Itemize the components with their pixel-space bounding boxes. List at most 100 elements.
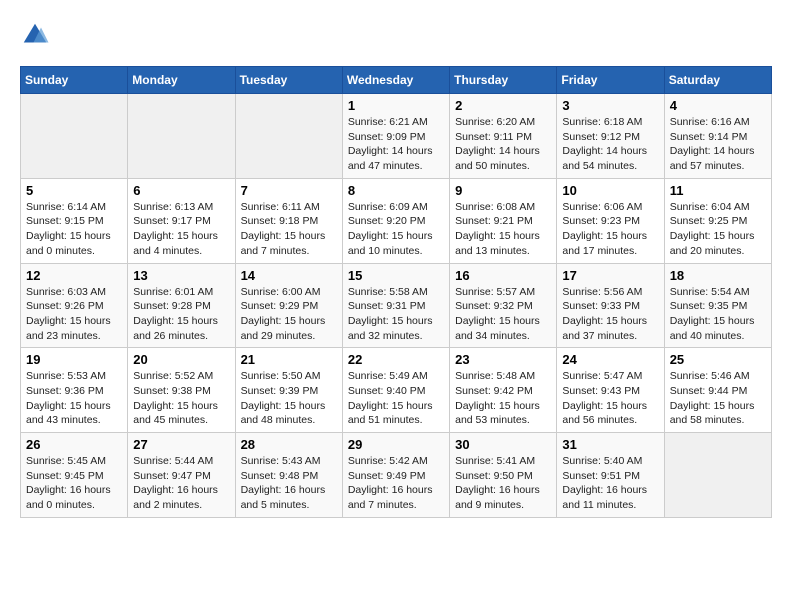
calendar-cell: 22 Sunrise: 5:49 AM Sunset: 9:40 PM Dayli… xyxy=(342,348,449,433)
weekday-header-thursday: Thursday xyxy=(450,67,557,94)
day-info: Sunrise: 5:50 AM Sunset: 9:39 PM Dayligh… xyxy=(241,369,337,428)
calendar-cell: 9 Sunrise: 6:08 AM Sunset: 9:21 PM Daylig… xyxy=(450,178,557,263)
calendar-cell: 14 Sunrise: 6:00 AM Sunset: 9:29 PM Dayli… xyxy=(235,263,342,348)
calendar-cell: 2 Sunrise: 6:20 AM Sunset: 9:11 PM Daylig… xyxy=(450,94,557,179)
calendar-cell xyxy=(235,94,342,179)
day-number: 14 xyxy=(241,268,337,283)
day-number: 12 xyxy=(26,268,122,283)
day-number: 1 xyxy=(348,98,444,113)
calendar-cell: 11 Sunrise: 6:04 AM Sunset: 9:25 PM Dayli… xyxy=(664,178,771,263)
calendar-cell: 7 Sunrise: 6:11 AM Sunset: 9:18 PM Daylig… xyxy=(235,178,342,263)
day-info: Sunrise: 5:42 AM Sunset: 9:49 PM Dayligh… xyxy=(348,454,444,513)
calendar-cell: 1 Sunrise: 6:21 AM Sunset: 9:09 PM Daylig… xyxy=(342,94,449,179)
calendar-cell: 19 Sunrise: 5:53 AM Sunset: 9:36 PM Dayli… xyxy=(21,348,128,433)
day-info: Sunrise: 6:14 AM Sunset: 9:15 PM Dayligh… xyxy=(26,200,122,259)
weekday-header-tuesday: Tuesday xyxy=(235,67,342,94)
calendar-cell: 13 Sunrise: 6:01 AM Sunset: 9:28 PM Dayli… xyxy=(128,263,235,348)
calendar-cell: 21 Sunrise: 5:50 AM Sunset: 9:39 PM Dayli… xyxy=(235,348,342,433)
day-info: Sunrise: 6:04 AM Sunset: 9:25 PM Dayligh… xyxy=(670,200,766,259)
day-info: Sunrise: 5:46 AM Sunset: 9:44 PM Dayligh… xyxy=(670,369,766,428)
day-info: Sunrise: 6:11 AM Sunset: 9:18 PM Dayligh… xyxy=(241,200,337,259)
day-number: 18 xyxy=(670,268,766,283)
day-info: Sunrise: 5:49 AM Sunset: 9:40 PM Dayligh… xyxy=(348,369,444,428)
day-number: 31 xyxy=(562,437,658,452)
calendar-cell: 23 Sunrise: 5:48 AM Sunset: 9:42 PM Dayli… xyxy=(450,348,557,433)
calendar-cell: 10 Sunrise: 6:06 AM Sunset: 9:23 PM Dayli… xyxy=(557,178,664,263)
day-number: 19 xyxy=(26,352,122,367)
day-info: Sunrise: 6:21 AM Sunset: 9:09 PM Dayligh… xyxy=(348,115,444,174)
day-info: Sunrise: 6:16 AM Sunset: 9:14 PM Dayligh… xyxy=(670,115,766,174)
calendar-cell: 12Sunrise: 6:03 AM Sunset: 9:26 PM Dayli… xyxy=(21,263,128,348)
calendar-cell: 30 Sunrise: 5:41 AM Sunset: 9:50 PM Dayli… xyxy=(450,433,557,518)
day-info: Sunrise: 6:20 AM Sunset: 9:11 PM Dayligh… xyxy=(455,115,551,174)
day-number: 21 xyxy=(241,352,337,367)
day-number: 17 xyxy=(562,268,658,283)
day-number: 29 xyxy=(348,437,444,452)
day-number: 9 xyxy=(455,183,551,198)
calendar-cell: 29 Sunrise: 5:42 AM Sunset: 9:49 PM Dayli… xyxy=(342,433,449,518)
day-number: 26 xyxy=(26,437,122,452)
day-number: 22 xyxy=(348,352,444,367)
calendar-cell: 20Sunrise: 5:52 AM Sunset: 9:38 PM Dayli… xyxy=(128,348,235,433)
day-number: 4 xyxy=(670,98,766,113)
calendar-cell xyxy=(664,433,771,518)
weekday-header-monday: Monday xyxy=(128,67,235,94)
day-number: 2 xyxy=(455,98,551,113)
calendar-cell: 8Sunrise: 6:09 AM Sunset: 9:20 PM Daylig… xyxy=(342,178,449,263)
calendar-week-5: 26 Sunrise: 5:45 AM Sunset: 9:45 PM Dayli… xyxy=(21,433,772,518)
day-info: Sunrise: 5:54 AM Sunset: 9:35 PM Dayligh… xyxy=(670,285,766,344)
calendar-cell: 18 Sunrise: 5:54 AM Sunset: 9:35 PM Dayli… xyxy=(664,263,771,348)
calendar-cell: 25 Sunrise: 5:46 AM Sunset: 9:44 PM Dayli… xyxy=(664,348,771,433)
day-number: 15 xyxy=(348,268,444,283)
day-number: 10 xyxy=(562,183,658,198)
day-info: Sunrise: 5:56 AM Sunset: 9:33 PM Dayligh… xyxy=(562,285,658,344)
day-info: Sunrise: 5:40 AM Sunset: 9:51 PM Dayligh… xyxy=(562,454,658,513)
calendar-cell: 5 Sunrise: 6:14 AM Sunset: 9:15 PM Daylig… xyxy=(21,178,128,263)
day-number: 24 xyxy=(562,352,658,367)
day-info: Sunrise: 5:41 AM Sunset: 9:50 PM Dayligh… xyxy=(455,454,551,513)
day-info: Sunrise: 5:47 AM Sunset: 9:43 PM Dayligh… xyxy=(562,369,658,428)
calendar-table: SundayMondayTuesdayWednesdayThursdayFrid… xyxy=(20,66,772,518)
calendar-cell: 4 Sunrise: 6:16 AM Sunset: 9:14 PM Daylig… xyxy=(664,94,771,179)
page-header xyxy=(20,20,772,50)
day-number: 25 xyxy=(670,352,766,367)
day-number: 11 xyxy=(670,183,766,198)
day-info: Sunrise: 6:00 AM Sunset: 9:29 PM Dayligh… xyxy=(241,285,337,344)
weekday-header-wednesday: Wednesday xyxy=(342,67,449,94)
calendar-cell: 15 Sunrise: 5:58 AM Sunset: 9:31 PM Dayli… xyxy=(342,263,449,348)
day-info: Sunrise: 6:01 AM Sunset: 9:28 PM Dayligh… xyxy=(133,285,229,344)
day-info: Sunrise: 6:08 AM Sunset: 9:21 PM Dayligh… xyxy=(455,200,551,259)
day-info: Sunrise: 5:58 AM Sunset: 9:31 PM Dayligh… xyxy=(348,285,444,344)
day-number: 30 xyxy=(455,437,551,452)
day-info: Sunrise: 5:43 AM Sunset: 9:48 PM Dayligh… xyxy=(241,454,337,513)
day-info: Sunrise: 5:48 AM Sunset: 9:42 PM Dayligh… xyxy=(455,369,551,428)
day-number: 27 xyxy=(133,437,229,452)
day-number: 6 xyxy=(133,183,229,198)
day-info: Sunrise: 6:13 AM Sunset: 9:17 PM Dayligh… xyxy=(133,200,229,259)
day-number: 23 xyxy=(455,352,551,367)
day-info: Sunrise: 6:06 AM Sunset: 9:23 PM Dayligh… xyxy=(562,200,658,259)
day-number: 3 xyxy=(562,98,658,113)
day-number: 7 xyxy=(241,183,337,198)
weekday-header-sunday: Sunday xyxy=(21,67,128,94)
calendar-cell: 6 Sunrise: 6:13 AM Sunset: 9:17 PM Daylig… xyxy=(128,178,235,263)
calendar-cell xyxy=(128,94,235,179)
calendar-week-2: 5 Sunrise: 6:14 AM Sunset: 9:15 PM Daylig… xyxy=(21,178,772,263)
day-number: 28 xyxy=(241,437,337,452)
calendar-cell: 24 Sunrise: 5:47 AM Sunset: 9:43 PM Dayli… xyxy=(557,348,664,433)
day-number: 13 xyxy=(133,268,229,283)
day-info: Sunrise: 5:57 AM Sunset: 9:32 PM Dayligh… xyxy=(455,285,551,344)
weekday-header-saturday: Saturday xyxy=(664,67,771,94)
calendar-cell: 16Sunrise: 5:57 AM Sunset: 9:32 PM Dayli… xyxy=(450,263,557,348)
day-number: 5 xyxy=(26,183,122,198)
logo-icon xyxy=(20,20,50,50)
calendar-week-1: 1 Sunrise: 6:21 AM Sunset: 9:09 PM Daylig… xyxy=(21,94,772,179)
day-number: 8 xyxy=(348,183,444,198)
day-info: Sunrise: 5:45 AM Sunset: 9:45 PM Dayligh… xyxy=(26,454,122,513)
day-info: Sunrise: 5:44 AM Sunset: 9:47 PM Dayligh… xyxy=(133,454,229,513)
day-info: Sunrise: 5:53 AM Sunset: 9:36 PM Dayligh… xyxy=(26,369,122,428)
calendar-cell: 28 Sunrise: 5:43 AM Sunset: 9:48 PM Dayli… xyxy=(235,433,342,518)
calendar-cell: 31 Sunrise: 5:40 AM Sunset: 9:51 PM Dayli… xyxy=(557,433,664,518)
weekday-header-row: SundayMondayTuesdayWednesdayThursdayFrid… xyxy=(21,67,772,94)
logo xyxy=(20,20,56,50)
